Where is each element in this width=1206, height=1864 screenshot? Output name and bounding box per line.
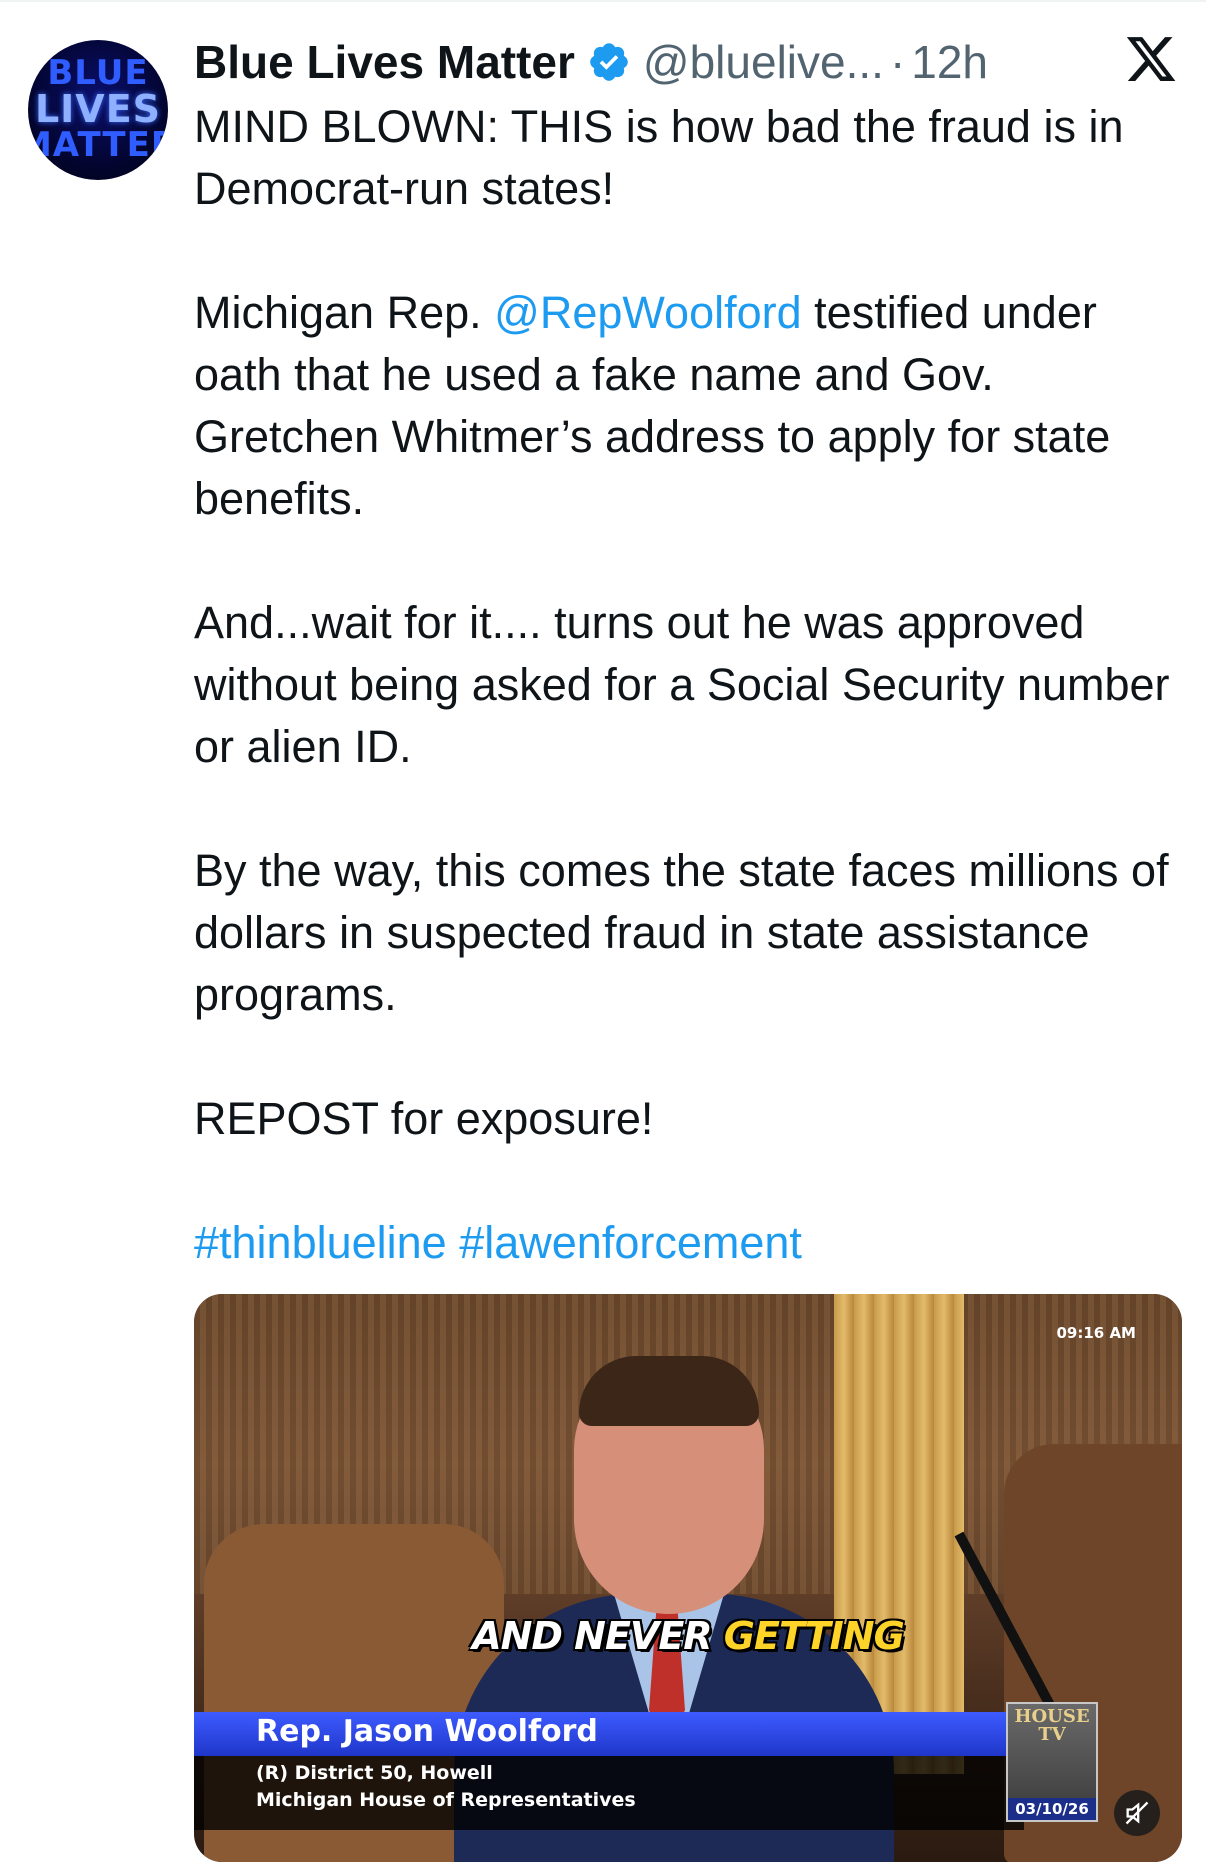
tweet-header: Blue Lives Matter @bluelive... · 12h — [194, 30, 988, 94]
tweet-paragraph: Michigan Rep. @RepWoolford testified und… — [194, 282, 1184, 530]
avatar-text-line: LIVES — [34, 87, 162, 131]
divider — [0, 0, 1206, 2]
speaker-name: Rep. Jason Woolford — [256, 1714, 598, 1749]
post-time[interactable]: 12h — [911, 35, 988, 89]
display-name[interactable]: Blue Lives Matter — [194, 35, 575, 89]
video-player[interactable]: 09:16 AM AND NEVER GETTING Rep. Jason Wo… — [194, 1294, 1182, 1862]
speaker-district: (R) District 50, Howell — [256, 1762, 493, 1784]
tweet[interactable]: BLUE LIVES MATTER Blue Lives Matter @blu… — [0, 0, 1206, 1864]
user-handle[interactable]: @bluelive... — [643, 35, 884, 89]
verified-badge-icon[interactable] — [587, 40, 631, 84]
hashtag-link[interactable]: #thinblueline — [194, 1217, 447, 1268]
speaker-chamber: Michigan House of Representatives — [256, 1789, 636, 1811]
avatar-text-line: BLUE — [47, 53, 149, 93]
caption-highlight: GETTING — [723, 1614, 905, 1658]
tweet-paragraph: By the way, this comes the state faces m… — [194, 845, 1169, 1020]
avatar[interactable]: BLUE LIVES MATTER — [28, 40, 168, 180]
video-date: 03/10/26 — [1008, 1798, 1096, 1820]
housetv-logo-text: HOUSE TV — [1014, 1706, 1090, 1745]
tweet-text: MIND BLOWN: THIS is how bad the fraud is… — [194, 96, 1184, 1274]
x-logo-icon[interactable] — [1124, 32, 1178, 86]
video-clock: 09:16 AM — [1056, 1324, 1136, 1342]
avatar-text-line: MATTER — [28, 125, 168, 165]
housetv-logo: HOUSE TV 03/10/26 — [1006, 1702, 1098, 1822]
tweet-paragraph: MIND BLOWN: THIS is how bad the fraud is… — [194, 101, 1124, 214]
video-person-hair — [579, 1356, 759, 1426]
tweet-paragraph: And...wait for it.... turns out he was a… — [194, 597, 1170, 772]
mention-link[interactable]: @RepWoolford — [494, 287, 802, 338]
mute-button[interactable] — [1114, 1790, 1160, 1836]
separator-dot: · — [889, 36, 906, 88]
caption-white: AND NEVER — [472, 1614, 724, 1658]
hashtags: #thinblueline #lawenforcement — [194, 1212, 1184, 1274]
text-span: Michigan Rep. — [194, 287, 495, 338]
muted-speaker-icon — [1125, 1801, 1149, 1825]
video-caption: AND NEVER GETTING — [194, 1614, 1182, 1658]
tweet-paragraph: REPOST for exposure! — [194, 1093, 654, 1144]
hashtag-link[interactable]: #lawenforcement — [459, 1217, 802, 1268]
